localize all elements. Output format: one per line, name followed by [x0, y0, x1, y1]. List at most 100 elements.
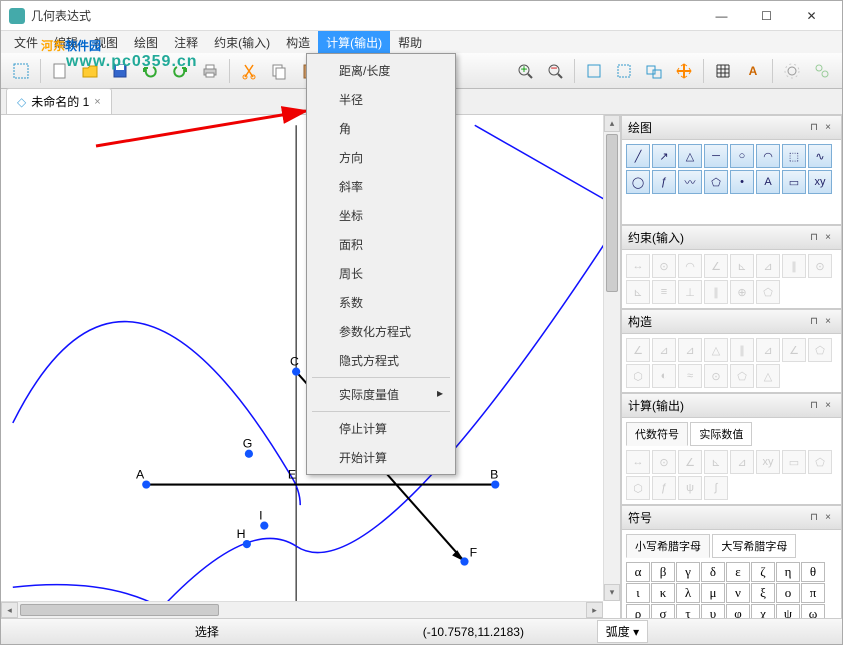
construct-btn[interactable]: ∠: [782, 338, 806, 362]
save-button[interactable]: [106, 57, 134, 85]
cut-button[interactable]: [235, 57, 263, 85]
menu-annotate[interactable]: 注释: [166, 31, 206, 54]
pane-symbol-header[interactable]: 符号⊓×: [621, 505, 842, 530]
construct-btn[interactable]: ∠: [626, 338, 650, 362]
compute-btn[interactable]: ψ: [678, 476, 702, 500]
undo-button[interactable]: [136, 57, 164, 85]
dd-measure[interactable]: 实际度量值: [309, 380, 453, 409]
dd-direction[interactable]: 方向: [309, 143, 453, 172]
dd-parametric[interactable]: 参数化方程式: [309, 317, 453, 346]
pan-button[interactable]: [670, 57, 698, 85]
compute-tab-num[interactable]: 实际数值: [690, 422, 752, 446]
construct-btn[interactable]: ⊿: [652, 338, 676, 362]
menu-view[interactable]: 视图: [86, 31, 126, 54]
compute-btn[interactable]: ▭: [782, 450, 806, 474]
constraint-btn[interactable]: ∠: [704, 254, 728, 278]
sym-π[interactable]: π: [801, 583, 825, 603]
sym-ε[interactable]: ε: [726, 562, 750, 582]
draw-line[interactable]: ─: [704, 144, 728, 168]
construct-btn[interactable]: ⬠: [808, 338, 832, 362]
settings-button[interactable]: [778, 57, 806, 85]
constraint-btn[interactable]: ∥: [782, 254, 806, 278]
sym-tab-lower[interactable]: 小写希腊字母: [626, 534, 710, 558]
constraint-btn[interactable]: ◠: [678, 254, 702, 278]
dd-stop[interactable]: 停止计算: [309, 414, 453, 443]
draw-pic[interactable]: ▭: [782, 170, 806, 194]
constraint-btn[interactable]: ≡: [652, 280, 676, 304]
draw-arc[interactable]: ◠: [756, 144, 780, 168]
sym-δ[interactable]: δ: [701, 562, 725, 582]
canvas-hscroll[interactable]: ◂▸: [1, 601, 603, 618]
print-button[interactable]: [196, 57, 224, 85]
redo-button[interactable]: [166, 57, 194, 85]
constraint-btn[interactable]: ⬠: [756, 280, 780, 304]
sym-ρ[interactable]: ρ: [626, 604, 650, 618]
dd-perimeter[interactable]: 周长: [309, 259, 453, 288]
sym-ο[interactable]: ο: [776, 583, 800, 603]
construct-btn[interactable]: △: [704, 338, 728, 362]
constraint-btn[interactable]: ⊙: [652, 254, 676, 278]
copy-button[interactable]: [265, 57, 293, 85]
draw-poly[interactable]: △: [678, 144, 702, 168]
draw-curve[interactable]: ∿: [808, 144, 832, 168]
settings2-button[interactable]: [808, 57, 836, 85]
menu-draw[interactable]: 绘图: [126, 31, 166, 54]
new-button[interactable]: [46, 57, 74, 85]
compute-btn[interactable]: xy: [756, 450, 780, 474]
sym-υ[interactable]: υ: [701, 604, 725, 618]
sym-ω[interactable]: ω: [801, 604, 825, 618]
construct-btn[interactable]: ∥: [730, 338, 754, 362]
dd-area[interactable]: 面积: [309, 230, 453, 259]
sym-tab-upper[interactable]: 大写希腊字母: [712, 534, 796, 558]
draw-text[interactable]: A: [756, 170, 780, 194]
sym-λ[interactable]: λ: [676, 583, 700, 603]
grid-button[interactable]: [709, 57, 737, 85]
zoom-fit-button[interactable]: [580, 57, 608, 85]
draw-expr[interactable]: xy: [808, 170, 832, 194]
compute-btn[interactable]: ⊾: [704, 450, 728, 474]
sym-χ[interactable]: χ: [751, 604, 775, 618]
menu-edit[interactable]: 编辑: [46, 31, 86, 54]
draw-circ[interactable]: ○: [730, 144, 754, 168]
sym-ι[interactable]: ι: [626, 583, 650, 603]
constraint-btn[interactable]: ↔: [626, 254, 650, 278]
menu-help[interactable]: 帮助: [390, 31, 430, 54]
document-tab[interactable]: ◇ 未命名的 1 ×: [6, 88, 112, 114]
pane-compute-header[interactable]: 计算(输出)⊓×: [621, 393, 842, 418]
close-button[interactable]: ✕: [789, 2, 834, 30]
dd-angle[interactable]: 角: [309, 114, 453, 143]
constraint-btn[interactable]: ⊕: [730, 280, 754, 304]
close-icon[interactable]: ×: [821, 122, 835, 133]
dd-start[interactable]: 开始计算: [309, 443, 453, 472]
dd-radius[interactable]: 半径: [309, 85, 453, 114]
sym-φ[interactable]: φ: [726, 604, 750, 618]
draw-conic[interactable]: ◯: [626, 170, 650, 194]
sym-ζ[interactable]: ζ: [751, 562, 775, 582]
construct-btn[interactable]: ⬡: [626, 364, 650, 388]
draw-spline[interactable]: 〰: [678, 170, 702, 194]
compute-btn[interactable]: ⬠: [808, 450, 832, 474]
sym-η[interactable]: η: [776, 562, 800, 582]
zoom-out-button[interactable]: −: [541, 57, 569, 85]
draw-sel[interactable]: ⬚: [782, 144, 806, 168]
sym-γ[interactable]: γ: [676, 562, 700, 582]
zoom-prev-button[interactable]: [640, 57, 668, 85]
label-button[interactable]: A: [739, 57, 767, 85]
draw-seg[interactable]: ╱: [626, 144, 650, 168]
zoom-region-button[interactable]: [610, 57, 638, 85]
constraint-btn[interactable]: ⊾: [626, 280, 650, 304]
compute-btn[interactable]: ⊿: [730, 450, 754, 474]
compute-btn[interactable]: ⊙: [652, 450, 676, 474]
constraint-btn[interactable]: ∥: [704, 280, 728, 304]
construct-btn[interactable]: △: [756, 364, 780, 388]
pane-constraint-header[interactable]: 约束(输入)⊓×: [621, 225, 842, 250]
sym-θ[interactable]: θ: [801, 562, 825, 582]
zoom-in-button[interactable]: +: [511, 57, 539, 85]
draw-pt[interactable]: •: [730, 170, 754, 194]
sym-μ[interactable]: μ: [701, 583, 725, 603]
compute-btn[interactable]: ƒ: [652, 476, 676, 500]
constraint-btn[interactable]: ⊙: [808, 254, 832, 278]
dd-implicit[interactable]: 隐式方程式: [309, 346, 453, 375]
draw-ngon[interactable]: ⬠: [704, 170, 728, 194]
construct-btn[interactable]: ⊿: [678, 338, 702, 362]
